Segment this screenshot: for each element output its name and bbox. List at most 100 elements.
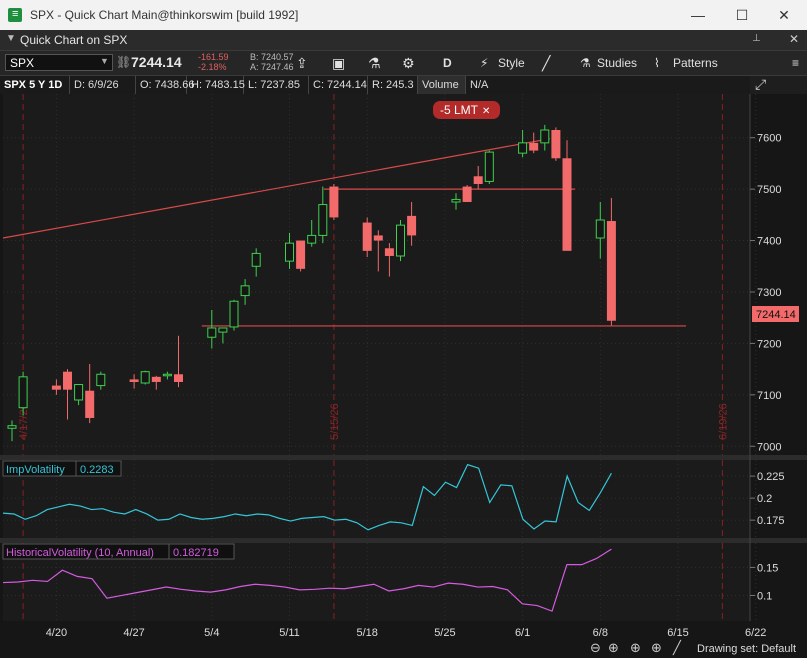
price-tick-label: 7200 [757,338,781,350]
candle-body[interactable] [484,151,494,182]
studies-button[interactable]: Studies [597,53,637,73]
zoom-in-icon[interactable]: ⊕ [608,640,619,656]
candle-body[interactable] [407,215,417,236]
candle-body[interactable] [140,371,150,384]
panel-close-button[interactable]: ✕ [789,32,799,46]
drawing-tool-icon[interactable]: ╱ [542,53,550,73]
info-range: R: 245.3 [368,76,418,94]
candle-body[interactable] [362,222,372,251]
link-icon[interactable]: ⛓ [116,55,131,69]
candle-body[interactable] [18,376,28,409]
percent-change: -2.18% [198,62,227,72]
patterns-icon: ⌇ [654,56,660,70]
price-tick-label: 7100 [757,390,781,402]
flask-icon[interactable]: ⚗ [368,53,381,73]
histvol-value: 0.182719 [173,547,219,559]
time-tick-label: 4/20 [46,627,67,639]
crosshair-icon[interactable]: ⊕ [651,640,662,656]
candle-body[interactable] [318,204,328,236]
app-logo-icon: ≡ [8,8,22,22]
candle-body[interactable] [307,234,317,244]
minimize-button[interactable]: — [688,5,708,25]
draw-line-icon[interactable]: ╱ [673,640,681,656]
candle-body[interactable] [63,371,72,390]
candle-body[interactable] [96,373,106,387]
last-price: 7244.14 [131,54,182,70]
price-panel[interactable] [3,94,750,455]
order-tag-close-icon[interactable]: ✕ [482,106,490,117]
candle-body[interactable] [207,327,217,338]
zoom-reset-icon[interactable]: ⊕ [630,640,641,656]
candle-body[interactable] [329,186,339,218]
studies-icon: ⚗ [580,56,591,70]
drawing-set-label[interactable]: Drawing set: Default [697,643,796,655]
candle-body[interactable] [7,425,17,429]
close-button[interactable]: ✕ [774,5,794,25]
candle-body[interactable] [129,379,139,382]
collapse-chevron-icon[interactable]: ▼ [6,33,16,44]
toolbar-menu-icon[interactable]: ≡ [792,53,799,73]
candle-body[interactable] [162,373,172,377]
style-button[interactable]: Style [498,53,525,73]
last-price-tag-label: 7244.14 [756,309,796,321]
candle-body[interactable] [218,327,228,333]
chart-toolbar: SPX ▼ ⛓ 7244.14 -161.59 -2.18% B: 7240.5… [0,51,807,76]
candle-body[interactable] [384,248,394,256]
chart-descriptor: SPX 5 Y 1D [0,76,70,94]
candle-body[interactable] [85,390,95,418]
price-tick-label: 7600 [757,133,781,145]
time-tick-label: 5/25 [434,627,455,639]
time-tick-label: 6/22 [745,627,766,639]
patterns-button[interactable]: Patterns [673,53,718,73]
order-tag-label: -5 LMT [440,103,479,117]
candle-body[interactable] [529,142,539,151]
candle-body[interactable] [473,176,483,184]
period-marker-label: 5/15/26 [329,403,341,440]
zoom-out-icon[interactable]: ⊖ [590,640,601,656]
alert-icon[interactable]: ▣ [332,53,345,73]
candle-body[interactable] [174,374,183,382]
impvol-line-tick-label: 0.225 [757,471,785,483]
histvol-title: HistoricalVolatility (10, Annual) [6,547,154,559]
gear-icon[interactable]: ⚙ [402,53,415,73]
chart-settings-icon[interactable]: ⤢ [755,76,766,93]
bid-price: B: 7240.57 [250,52,294,62]
candle-body[interactable] [240,285,250,297]
share-icon[interactable]: ⇪ [296,53,308,73]
info-date: D: 6/9/26 [70,76,136,94]
candle-body[interactable] [51,385,61,390]
impvol-title: ImpVolatility [6,464,65,476]
candle-body[interactable] [296,240,306,269]
window-title: SPX - Quick Chart Main@thinkorswim [buil… [30,8,299,22]
candle-body[interactable] [540,129,550,144]
candle-body[interactable] [595,219,605,239]
symbol-input[interactable]: SPX [5,54,113,71]
aggregation-button[interactable]: D [443,53,452,73]
time-tick-label: 5/18 [356,627,377,639]
impvol-value: 0.2283 [80,464,114,476]
candle-body[interactable] [462,186,472,202]
symbol-dropdown-chevron-icon[interactable]: ▼ [100,56,109,66]
candle-body[interactable] [151,376,161,382]
candle-body[interactable] [373,235,383,241]
candle-body[interactable] [229,300,239,328]
panel-title: Quick Chart on SPX [20,33,128,47]
candle-body[interactable] [606,221,616,321]
candle-body[interactable] [285,242,294,262]
candle-body[interactable] [251,252,261,267]
maximize-button[interactable]: ☐ [732,5,752,25]
candle-body[interactable] [562,158,572,251]
pin-icon[interactable]: ⊥ [752,33,761,44]
candle-body[interactable] [74,384,84,401]
candle-body[interactable] [551,129,561,159]
time-tick-label: 4/27 [123,627,144,639]
candle-body[interactable] [396,224,405,257]
ask-price: A: 7247.46 [250,62,294,72]
price-tick-label: 7400 [757,236,781,248]
price-info-bar: SPX 5 Y 1D D: 6/9/26 O: 7438.66 H: 7483.… [0,76,750,94]
info-open: O: 7438.66 [136,76,194,94]
candle-body[interactable] [518,142,528,154]
chart-area[interactable]: 4/17/26 5/15/26 6/19/26 7000 7100 7200 7300 74… [0,94,807,658]
window-titlebar: ≡ SPX - Quick Chart Main@thinkorswim [bu… [0,0,807,30]
candle-body[interactable] [451,198,461,203]
